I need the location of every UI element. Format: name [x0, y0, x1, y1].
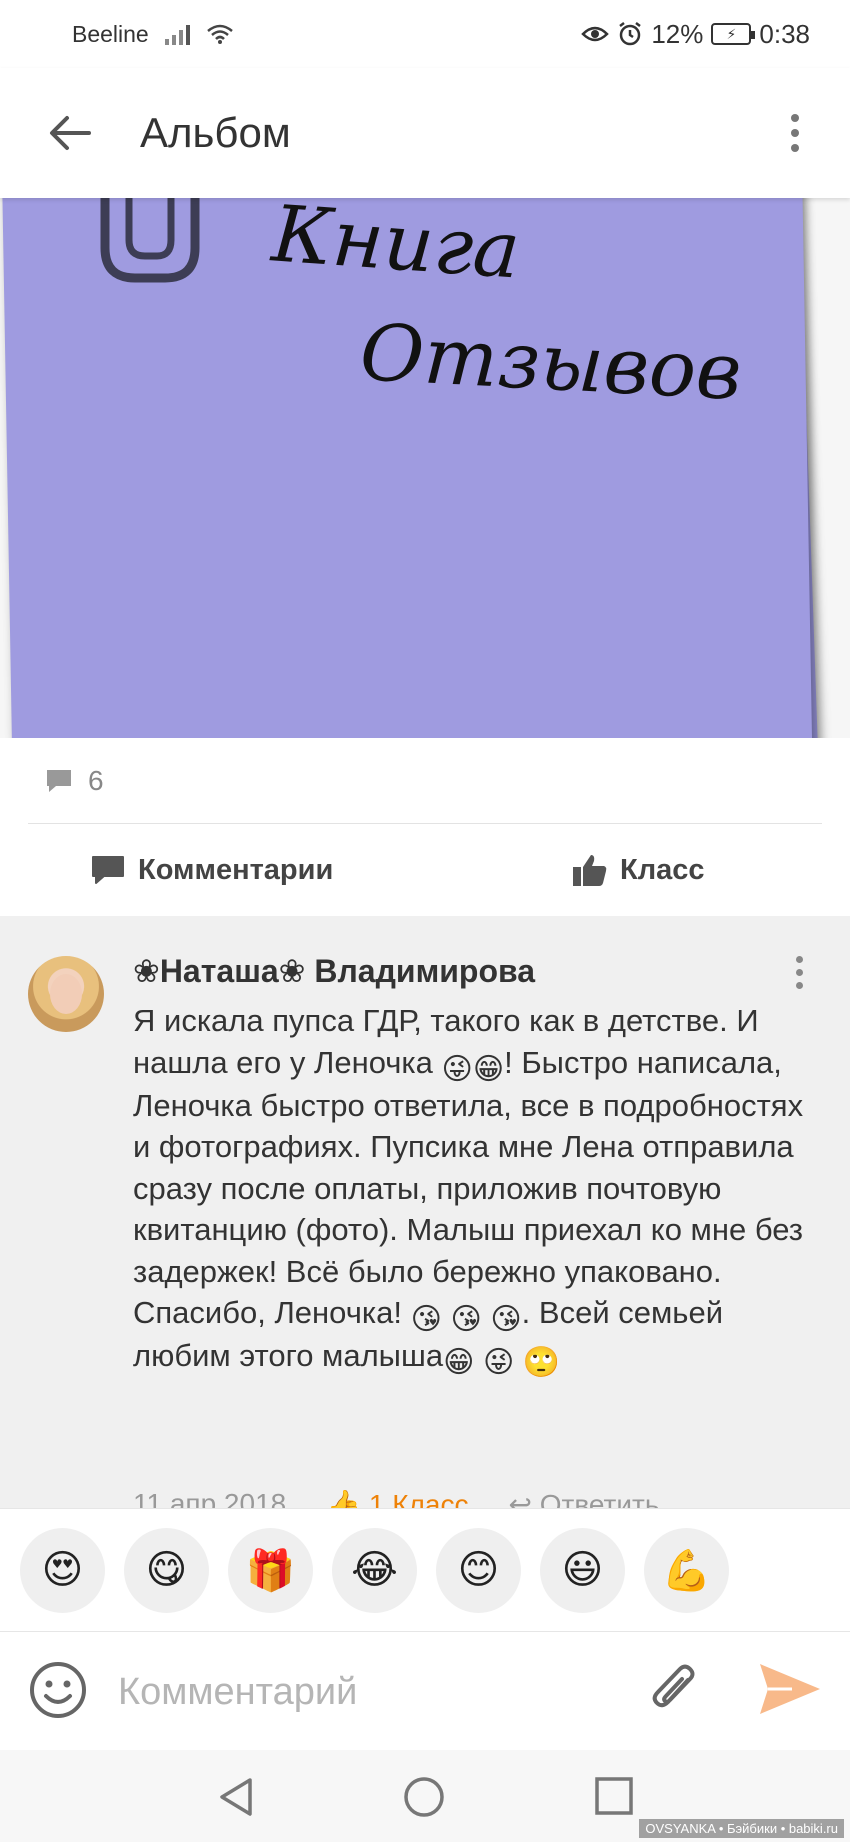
emoji-joy-button[interactable]: 😂: [332, 1527, 417, 1613]
paperclip-attach-icon[interactable]: [648, 1660, 698, 1716]
paperclip-icon: [100, 198, 200, 283]
comment-more-button[interactable]: [796, 956, 803, 989]
battery-percent: 12%: [651, 18, 704, 49]
battery-charging-icon: ⚡: [711, 23, 756, 45]
emoji-gift-button[interactable]: 🎁: [228, 1527, 313, 1613]
note-title-line2: Отзывов: [357, 308, 744, 418]
smile-icon[interactable]: [28, 1660, 88, 1720]
watermark: OVSYANKA • Бэйбики • babiki.ru: [639, 1819, 844, 1838]
eyes-emoji-icon: 🙄: [522, 1346, 561, 1379]
comment-text-part: ! Быстро написала, Леночка быстро ответи…: [133, 1044, 804, 1331]
comment-count: 6: [88, 764, 104, 796]
clock: 0:38: [759, 18, 810, 49]
comments-list[interactable]: ❀Наташа❀ Владимирова Я искала пупса ГДР,…: [0, 916, 850, 1508]
comment-bubble-icon: [92, 856, 124, 884]
nav-recents-icon[interactable]: [594, 1776, 634, 1816]
arrow-left-icon: [50, 116, 91, 150]
avatar[interactable]: [28, 956, 104, 1032]
comment-author[interactable]: ❀Наташа❀ Владимирова: [133, 952, 535, 990]
kiss-emoji-icon: 😘: [490, 1303, 522, 1336]
emoji-quick-bar: 😍 😋 🎁 😂 😊 😃 💪: [0, 1508, 850, 1632]
page-title: Альбом: [140, 109, 291, 156]
wink-emoji-icon: 😜: [482, 1346, 515, 1379]
back-button[interactable]: [0, 68, 140, 198]
kiss-emoji-icon: 😘: [450, 1303, 482, 1336]
alarm-icon: [619, 22, 642, 46]
nav-home-icon[interactable]: [403, 1776, 445, 1818]
photo-stats: 6: [28, 738, 822, 824]
reply-arrow-icon: ↩: [508, 1489, 532, 1508]
wifi-icon: [206, 24, 233, 44]
more-vertical-icon: [796, 956, 803, 963]
emoji-yum-button[interactable]: 😋: [124, 1527, 209, 1613]
comments-button[interactable]: Комментарии: [90, 854, 333, 887]
kiss-emoji-icon: 😘: [410, 1303, 442, 1336]
more-options-button[interactable]: [740, 68, 850, 198]
action-row: Комментарии Класс: [0, 824, 850, 916]
comment-class-button[interactable]: 👍 1 Класс: [326, 1488, 468, 1508]
carrier-name: Beeline: [72, 20, 149, 47]
send-icon[interactable]: [756, 1658, 824, 1720]
thumbs-up-icon: 👍: [326, 1489, 362, 1508]
comment-class-label: Класс: [392, 1489, 469, 1508]
reply-button[interactable]: ↩ Ответить: [508, 1488, 659, 1508]
comment-class-count: 1: [368, 1489, 385, 1508]
comments-label: Комментарии: [138, 853, 334, 886]
signal-icon: [164, 23, 190, 45]
status-bar: Beeline 12% ⚡ 0:38: [0, 0, 850, 68]
eye-icon: [581, 26, 610, 42]
emoji-blush-button[interactable]: 😊: [436, 1527, 521, 1613]
grin-emoji-icon: 😁: [443, 1346, 475, 1379]
album-photo[interactable]: Книга Отзывов: [0, 198, 850, 738]
grin-emoji-icon: 😁: [472, 1052, 505, 1086]
thumbs-up-icon: [573, 855, 607, 886]
comment-input-bar: [0, 1632, 850, 1750]
emoji-muscle-button[interactable]: 💪: [644, 1527, 729, 1613]
comment-body: Я искала пупса ГДР, такого как в детстве…: [133, 1000, 813, 1378]
more-vertical-icon: [791, 114, 799, 122]
app-header: Альбом: [0, 68, 850, 198]
comment-bubble-icon: [47, 769, 71, 792]
nav-back-icon[interactable]: [216, 1776, 256, 1818]
class-label: Класс: [620, 853, 705, 886]
note-title-line1: Книга: [269, 198, 523, 297]
system-nav-bar: OVSYANKA • Бэйбики • babiki.ru: [0, 1750, 850, 1842]
reply-label: Ответить: [539, 1489, 660, 1508]
comment-meta: 11 апр 2018 👍 1 Класс ↩ Ответить: [133, 1488, 823, 1508]
emoji-heart-eyes-button[interactable]: 😍: [20, 1527, 105, 1613]
wink-emoji-icon: 😜: [441, 1052, 473, 1086]
comment-date: 11 апр 2018: [133, 1488, 287, 1508]
class-button[interactable]: Класс: [572, 853, 705, 887]
comment-input[interactable]: [118, 1662, 598, 1722]
emoji-smiley-button[interactable]: 😃: [540, 1527, 625, 1613]
